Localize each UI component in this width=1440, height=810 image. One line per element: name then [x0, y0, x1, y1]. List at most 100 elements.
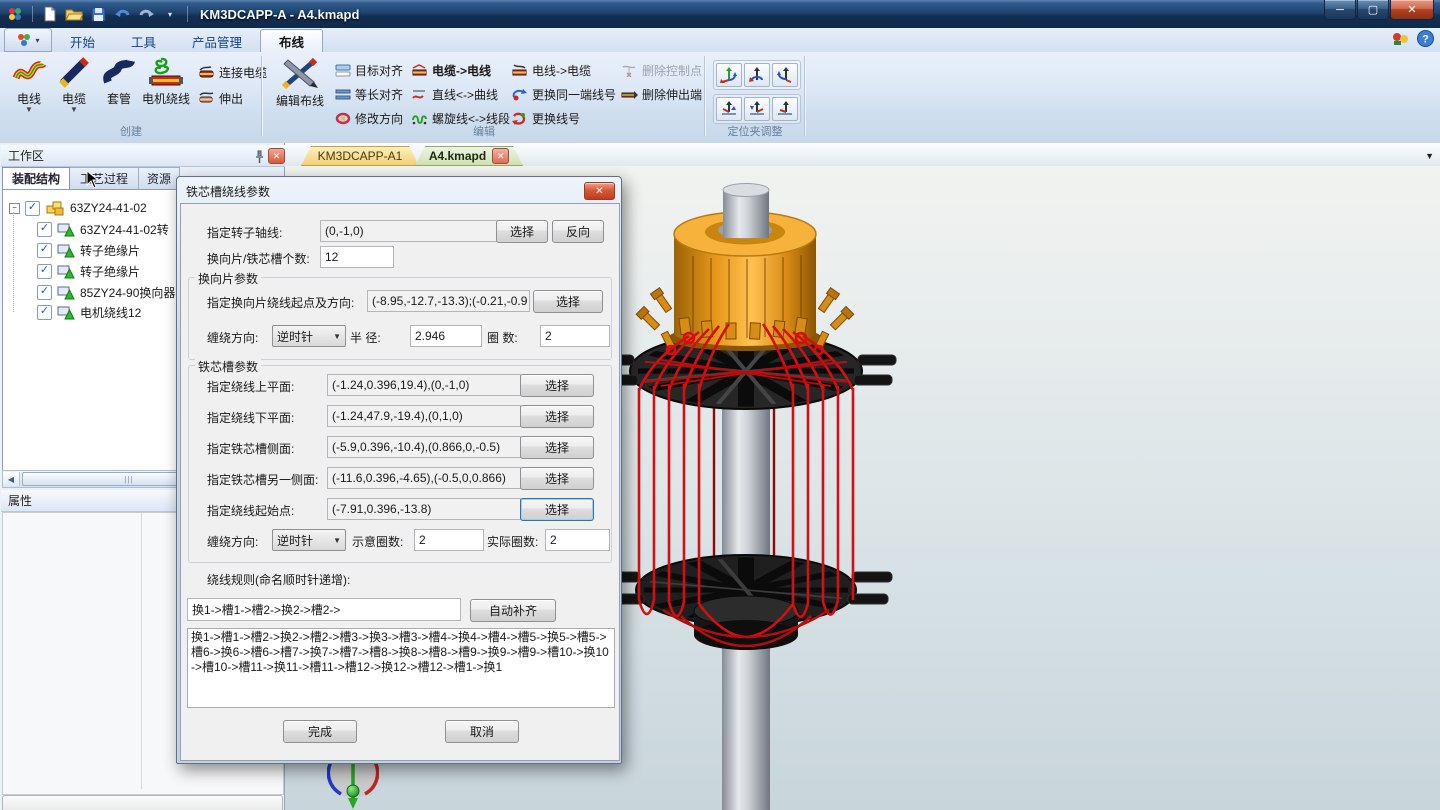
cancel-button[interactable]: 取消: [445, 720, 519, 743]
clamp-adjust-button-3[interactable]: [772, 63, 798, 87]
radius-input[interactable]: 2.946: [410, 325, 482, 347]
lower-plane-field[interactable]: (-1.24,47.9,-19.4),(0,1,0): [327, 405, 521, 427]
undo-button[interactable]: [113, 5, 131, 23]
tab-product-management[interactable]: 产品管理: [174, 30, 260, 52]
ribbon-group-create: 电线 ▼ 电缆 ▼ 套管: [0, 52, 262, 142]
scroll-left-arrow[interactable]: ◀: [3, 472, 20, 486]
tree-item-row[interactable]: ✓ 转子绝缘片: [37, 242, 140, 259]
finish-button[interactable]: 完成: [283, 720, 357, 743]
winding-sequence-textarea[interactable]: 换1->槽1->槽2->换2->槽2->槽3->换3->槽3->槽4->换4->…: [187, 628, 615, 708]
minimize-button[interactable]: ─: [1324, 0, 1356, 20]
tab-assembly-structure[interactable]: 装配结构: [2, 167, 70, 189]
lower-plane-select-button[interactable]: 选择: [520, 405, 594, 428]
commutator-start-field[interactable]: (-8.95,-12.7,-13.3);(-0.21,-0.9: [367, 290, 530, 312]
change-same-end-number-button[interactable]: 更换同一端线号: [511, 82, 616, 106]
redo-button[interactable]: [137, 5, 155, 23]
checkbox-checked[interactable]: ✓: [37, 305, 52, 320]
checkbox-checked[interactable]: ✓: [25, 201, 40, 216]
app-logo-icon[interactable]: [6, 5, 24, 23]
checkbox-checked[interactable]: ✓: [37, 285, 52, 300]
equal-length-align-button[interactable]: 等长对齐: [335, 82, 403, 106]
cable-to-wire-label: 电缆->电线: [432, 62, 491, 79]
clamp-adjust-button-4[interactable]: [716, 97, 742, 121]
core-direction-dropdown[interactable]: 逆时针▼: [272, 529, 346, 551]
tree-guide-line: [13, 212, 15, 312]
demo-turns-label: 示意圈数:: [352, 533, 403, 550]
start-point-select-button[interactable]: 选择: [520, 498, 594, 521]
tab-resources[interactable]: 资源: [138, 167, 180, 189]
application-menu-button[interactable]: ▾: [4, 28, 52, 52]
group-separator: [261, 56, 262, 136]
dialog-title-bar[interactable]: 铁芯槽绕线参数 ✕: [180, 180, 618, 203]
clamp-adjust-button-1[interactable]: [716, 63, 742, 87]
delete-control-point-button[interactable]: 删除控制点: [621, 58, 702, 82]
line-curve-button[interactable]: 直线<->曲线: [411, 82, 510, 106]
target-align-button[interactable]: 目标对齐: [335, 58, 403, 82]
open-file-button[interactable]: [65, 5, 83, 23]
checkbox-checked[interactable]: ✓: [37, 264, 52, 279]
rotor-axis-field[interactable]: (0,-1,0): [320, 220, 498, 242]
close-button[interactable]: ✕: [1390, 0, 1434, 20]
qat-customize-dropdown[interactable]: ▾: [161, 5, 179, 23]
side-face-field[interactable]: (-5.9,0.396,-10.4),(0.866,0,-0.5): [327, 436, 521, 458]
tab-routing[interactable]: 布线: [260, 29, 323, 52]
tree-item-row[interactable]: ✓ 63ZY24-41-02转: [37, 221, 169, 238]
tree-root-row[interactable]: − ✓ 63ZY24-41-02: [9, 200, 147, 216]
tab-list-dropdown-icon[interactable]: ▼: [1425, 151, 1434, 161]
wire-to-cable-button[interactable]: 电线->电缆: [511, 58, 616, 82]
extend-button[interactable]: 伸出: [198, 86, 243, 110]
tab-process[interactable]: 工艺过程: [68, 167, 140, 189]
maximize-button[interactable]: ▢: [1357, 0, 1389, 20]
equal-length-align-label: 等长对齐: [355, 86, 403, 103]
save-button[interactable]: [89, 5, 107, 23]
auto-complete-button[interactable]: 自动补齐: [470, 599, 556, 622]
sleeve-button[interactable]: 套管: [98, 56, 140, 128]
other-side-face-field[interactable]: (-11.6,0.396,-4.65),(-0.5,0,0.866): [327, 467, 521, 489]
edit-route-button[interactable]: 编辑布线: [271, 56, 329, 128]
delete-extend-end-button[interactable]: 删除伸出端: [621, 82, 702, 106]
checkbox-checked[interactable]: ✓: [37, 243, 52, 258]
start-point-field[interactable]: (-7.91,0.396,-13.8): [327, 498, 521, 520]
workspace-close-icon[interactable]: ✕: [268, 148, 285, 164]
pin-icon[interactable]: [253, 150, 265, 163]
document-tab-km3dcapp[interactable]: KM3DCAPP-A1: [301, 146, 419, 166]
upper-plane-select-button[interactable]: 选择: [520, 374, 594, 397]
winding-rule-input[interactable]: 换1->槽1->槽2->换2->槽2->: [187, 598, 461, 621]
real-turns-input[interactable]: 2: [545, 529, 610, 551]
rotor-axis-reverse-button[interactable]: 反向: [552, 220, 604, 243]
tree-item-row[interactable]: ✓ 转子绝缘片: [37, 263, 140, 280]
clamp-adjust-button-2[interactable]: [744, 63, 770, 87]
demo-turns-input[interactable]: 2: [414, 529, 484, 551]
commutator-direction-dropdown[interactable]: 逆时针▼: [272, 325, 346, 347]
wire-button[interactable]: 电线 ▼: [8, 56, 50, 128]
tree-item-row[interactable]: ✓ 电机绕线12: [37, 304, 141, 321]
upper-plane-field[interactable]: (-1.24,0.396,19.4),(0,-1,0): [327, 374, 521, 396]
other-side-face-select-button[interactable]: 选择: [520, 467, 594, 490]
commutator-start-select-button[interactable]: 选择: [533, 290, 603, 313]
turns-input[interactable]: 2: [540, 325, 610, 347]
tab-tools[interactable]: 工具: [113, 30, 174, 52]
rotor-axis-select-button[interactable]: 选择: [496, 220, 548, 243]
tree-item-label: 85ZY24-90换向器: [80, 284, 175, 301]
segment-count-input[interactable]: 12: [320, 246, 394, 268]
tab-start[interactable]: 开始: [52, 30, 113, 52]
clamp-adjust-button-5[interactable]: [744, 97, 770, 121]
cable-button[interactable]: 电缆 ▼: [53, 56, 95, 128]
connect-cable-button[interactable]: 连接电缆: [198, 60, 267, 84]
cable-to-wire-button[interactable]: 电缆->电线: [411, 58, 510, 82]
help-icon[interactable]: ?: [1417, 30, 1434, 47]
document-tab-close-icon[interactable]: ✕: [492, 148, 509, 164]
checkbox-checked[interactable]: ✓: [37, 222, 52, 237]
clamp-adjust-button-6[interactable]: [772, 97, 798, 121]
new-file-button[interactable]: [41, 5, 59, 23]
tree-item-row[interactable]: ✓ 85ZY24-90换向器: [37, 284, 175, 301]
quick-access-toolbar: ▾: [0, 5, 190, 23]
motor-winding-button[interactable]: 电机绕线: [138, 56, 194, 128]
clamp-arrows-icon: [720, 67, 738, 83]
line-curve-label: 直线<->曲线: [432, 86, 498, 103]
side-face-select-button[interactable]: 选择: [520, 436, 594, 459]
dialog-close-icon[interactable]: ✕: [584, 182, 615, 200]
document-tab-a4[interactable]: A4.kmapd ✕: [415, 146, 523, 166]
equal-length-align-icon: [335, 88, 351, 101]
orientation-triad-icon[interactable]: [327, 762, 379, 810]
